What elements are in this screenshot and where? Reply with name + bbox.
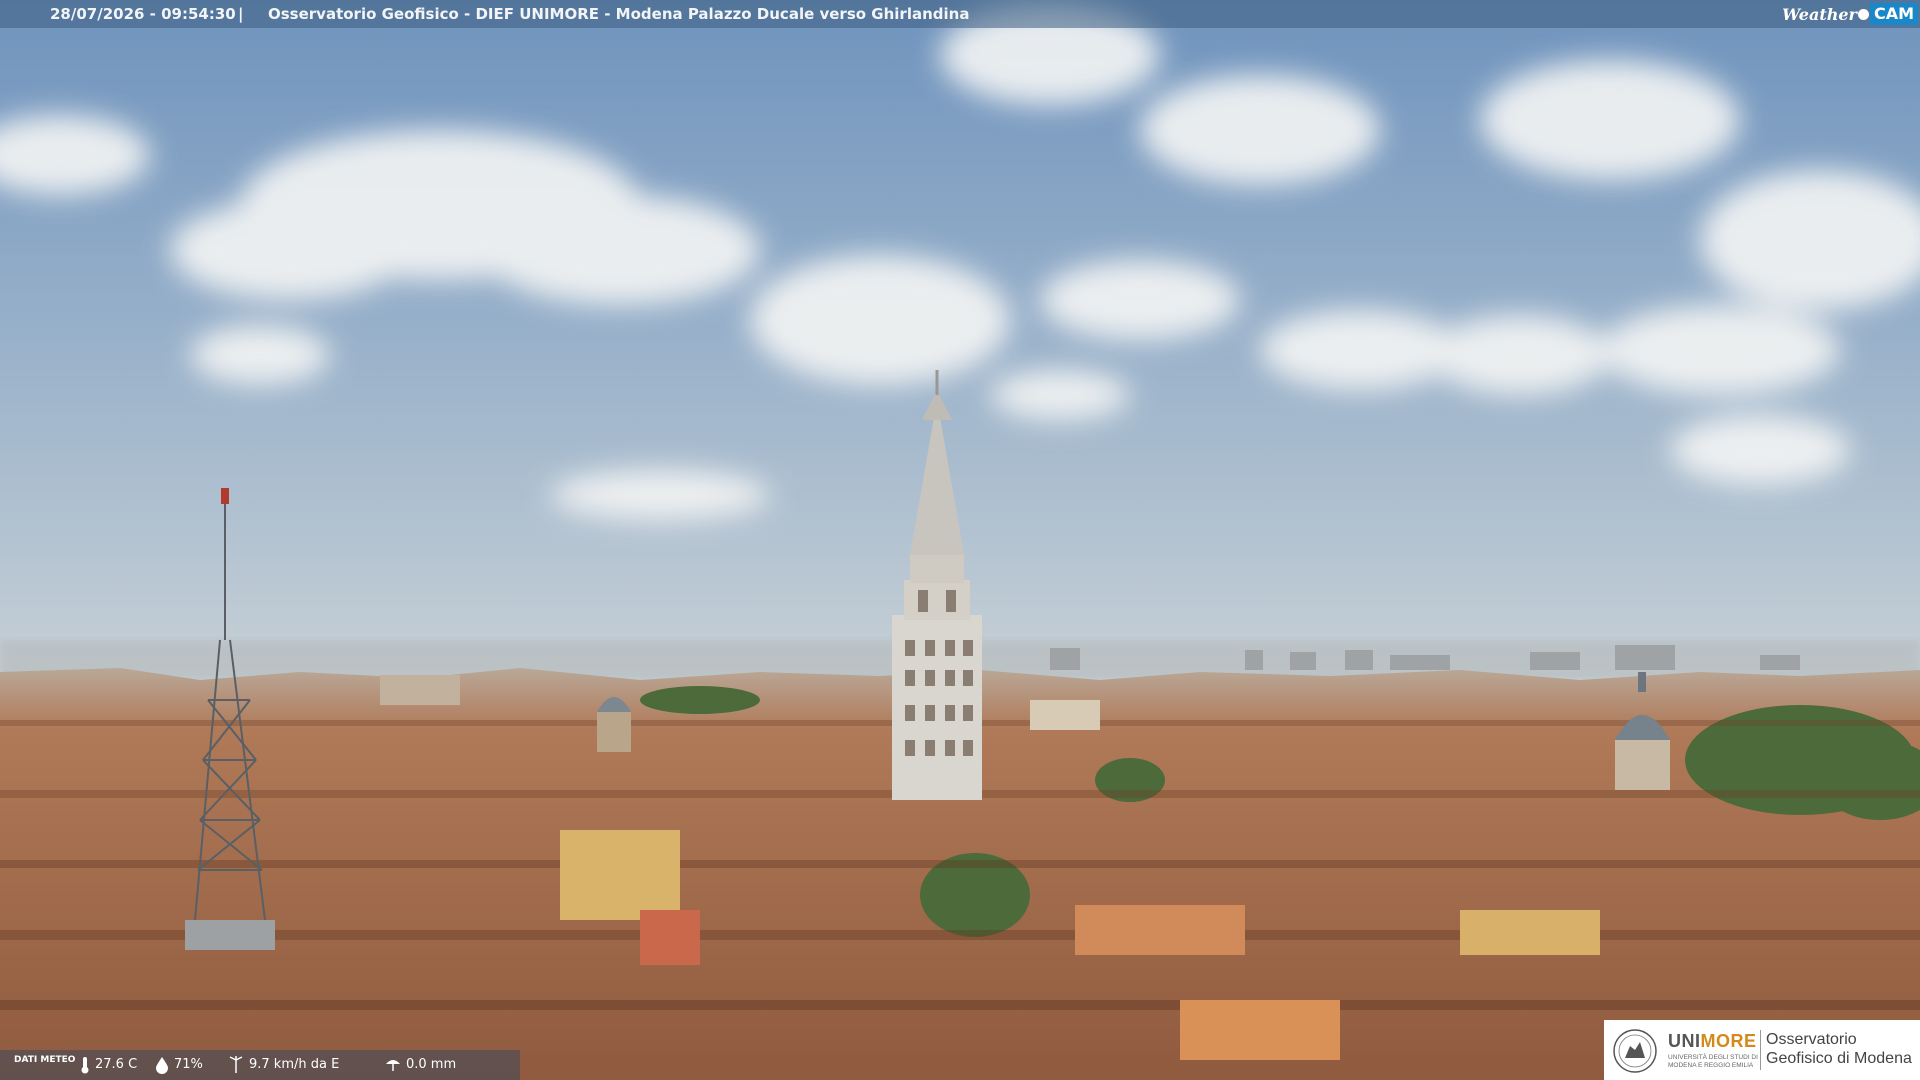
weathercam-logo: Weather CAM	[1782, 2, 1918, 26]
university-name: UNIMORE	[1668, 1031, 1757, 1052]
humidity-item: 71%	[155, 1050, 203, 1080]
wind-icon	[229, 1056, 243, 1073]
divider	[1760, 1030, 1761, 1070]
university-subtitle: UNIVERSITÀ DEGLI STUDI DI MODENA E REGGI…	[1668, 1054, 1758, 1069]
meteo-label: DATI METEO	[14, 1055, 76, 1065]
timestamp: 28/07/2026 - 09:54:30	[50, 5, 236, 23]
webcam-photo	[0, 0, 1920, 1080]
university-name-prefix: UNI	[1668, 1031, 1701, 1051]
camera-title: Osservatorio Geofisico - DIEF UNIMORE - …	[268, 5, 970, 23]
humidity-value: 71%	[174, 1057, 203, 1072]
weather-logo-text: Weather	[1782, 4, 1857, 24]
wind-item: 9.7 km/h da E	[228, 1050, 339, 1080]
info-bar: 28/07/2026 - 09:54:30 | Osservatorio Geo…	[0, 0, 1920, 28]
observatory-name: Osservatorio Geofisico di Modena	[1766, 1031, 1912, 1067]
humidity-drop-icon	[156, 1057, 168, 1074]
unimore-branding: UNIMORE UNIVERSITÀ DEGLI STUDI DI MODENA…	[1604, 1020, 1920, 1080]
thermometer-icon	[81, 1057, 89, 1074]
university-name-suffix: MORE	[1700, 1031, 1757, 1051]
separator: |	[238, 5, 244, 23]
university-seal-logo	[1613, 1029, 1657, 1073]
rain-icon	[386, 1060, 400, 1071]
rain-value: 0.0 mm	[406, 1057, 457, 1072]
antenna-top	[221, 488, 229, 504]
logo-dot-icon	[1857, 8, 1869, 20]
rain-item: 0.0 mm	[385, 1050, 456, 1080]
wind-value: 9.7 km/h da E	[249, 1057, 340, 1072]
small-dome	[597, 697, 631, 752]
cam-logo-text: CAM	[1869, 3, 1918, 25]
temperature-item: 27.6 C	[80, 1050, 137, 1080]
temperature-value: 27.6 C	[95, 1057, 138, 1072]
antenna-base	[185, 920, 275, 950]
weather-data-strip: DATI METEO 27.6 C 71% 9.7 km/h da E 0.0 …	[0, 1050, 520, 1080]
